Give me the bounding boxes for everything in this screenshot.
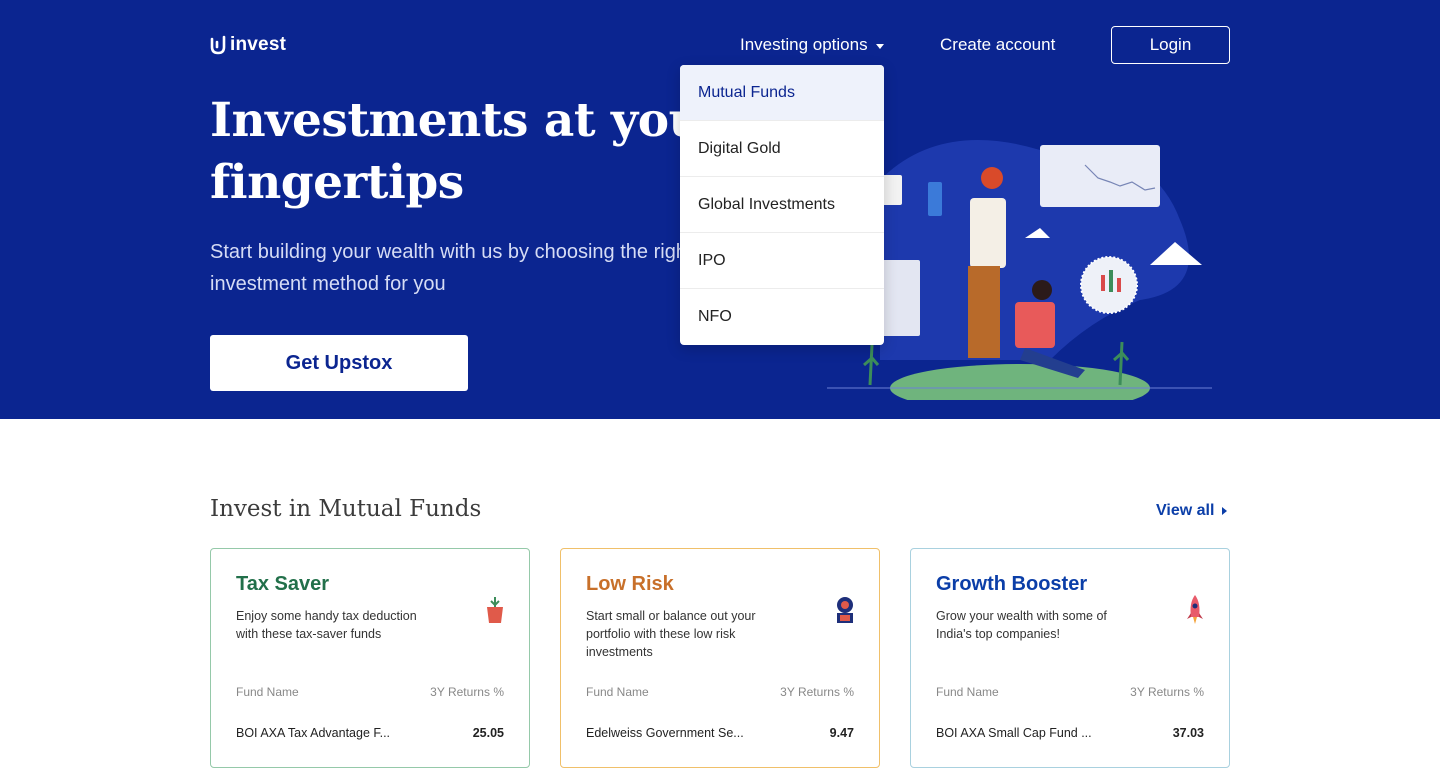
login-button[interactable]: Login bbox=[1111, 26, 1230, 64]
investing-options-dropdown: Mutual Funds Digital Gold Global Investm… bbox=[680, 65, 884, 345]
card-description: Grow your wealth with some of India's to… bbox=[936, 609, 1107, 641]
view-all-link[interactable]: View all bbox=[1156, 502, 1228, 520]
card-title: Low Risk bbox=[586, 573, 674, 595]
fund-card-tax-saver[interactable]: Tax Saver Enjoy some handy tax deduction… bbox=[210, 548, 530, 768]
fund-card-low-risk[interactable]: Low Risk Start small or balance out your… bbox=[560, 548, 880, 768]
mutual-funds-section-title: Invest in Mutual Funds bbox=[210, 496, 482, 522]
column-header-fund-name: Fund Name bbox=[936, 685, 999, 699]
column-header-returns: 3Y Returns % bbox=[780, 685, 854, 699]
shield-lock-icon bbox=[837, 597, 853, 623]
caret-right-icon bbox=[1222, 507, 1228, 515]
fund-name[interactable]: BOI AXA Small Cap Fund ... bbox=[936, 726, 1092, 740]
dropdown-item-ipo[interactable]: IPO bbox=[680, 233, 884, 289]
column-header-fund-name: Fund Name bbox=[236, 685, 299, 699]
column-header-fund-name: Fund Name bbox=[586, 685, 649, 699]
plant-pot-icon bbox=[487, 597, 503, 623]
card-title: Tax Saver bbox=[236, 573, 330, 595]
nav-investing-options[interactable]: Investing options bbox=[740, 35, 884, 55]
card-title: Growth Booster bbox=[936, 573, 1088, 595]
card-description: Enjoy some handy tax deduction with thes… bbox=[236, 609, 417, 641]
rocket-icon bbox=[1187, 595, 1203, 624]
nav-investing-label: Investing options bbox=[740, 35, 868, 54]
hero-title: Investments at your fingertips bbox=[210, 93, 727, 210]
upstox-logo[interactable]: invest bbox=[210, 34, 286, 56]
dropdown-item-digital-gold[interactable]: Digital Gold bbox=[680, 121, 884, 177]
nav-create-account[interactable]: Create account bbox=[940, 35, 1055, 55]
dropdown-item-mutual-funds[interactable]: Mutual Funds bbox=[680, 65, 884, 121]
upstox-logo-icon bbox=[210, 35, 226, 55]
fund-returns: 37.03 bbox=[1172, 726, 1204, 740]
view-all-label: View all bbox=[1156, 502, 1215, 519]
dropdown-item-global-investments[interactable]: Global Investments bbox=[680, 177, 884, 233]
get-upstox-button[interactable]: Get Upstox bbox=[210, 335, 468, 391]
column-header-returns: 3Y Returns % bbox=[430, 685, 504, 699]
fund-returns: 9.47 bbox=[829, 726, 854, 740]
hero-section: invest Investing options Create account … bbox=[0, 0, 1440, 419]
dropdown-item-nfo[interactable]: NFO bbox=[680, 289, 884, 345]
fund-card-growth-booster[interactable]: Growth Booster Grow your wealth with som… bbox=[910, 548, 1230, 768]
fund-name[interactable]: Edelweiss Government Se... bbox=[586, 726, 744, 740]
fund-returns: 25.05 bbox=[472, 726, 504, 740]
caret-down-icon bbox=[875, 43, 884, 49]
logo-text: invest bbox=[230, 34, 287, 55]
fund-name[interactable]: BOI AXA Tax Advantage F... bbox=[236, 726, 390, 740]
column-header-returns: 3Y Returns % bbox=[1130, 685, 1204, 699]
card-description: Start small or balance out your portfoli… bbox=[586, 609, 756, 659]
hero-subtitle: Start building your wealth with us by ch… bbox=[210, 241, 693, 295]
